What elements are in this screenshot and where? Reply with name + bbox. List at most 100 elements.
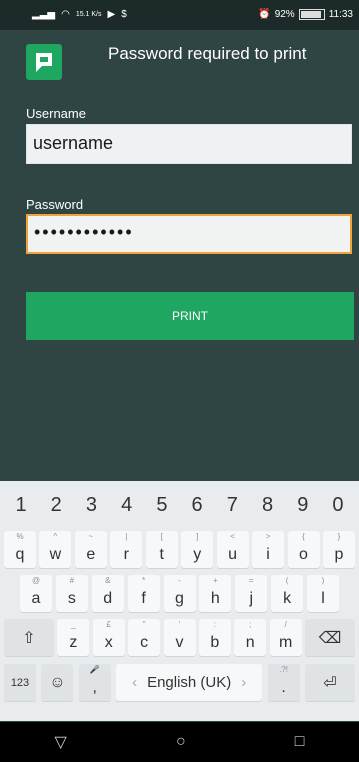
play-icon: ▶	[107, 9, 116, 20]
key[interactable]: " c	[128, 619, 161, 656]
comma-key[interactable]: 🎤 ,	[78, 664, 111, 701]
print-button[interactable]: PRINT	[26, 292, 354, 340]
key-hint: /	[284, 620, 287, 629]
emoji-icon: ☺	[49, 673, 66, 691]
key[interactable]: [t	[145, 531, 178, 568]
signal-icon: ▂▃▅	[32, 9, 56, 20]
key-hint: ~	[88, 532, 94, 541]
key[interactable]: < u	[216, 531, 249, 568]
key-hint: {	[302, 532, 305, 541]
key[interactable]: > i	[252, 531, 285, 568]
chevron-right-icon: ›	[241, 674, 247, 691]
key[interactable]: 8	[251, 487, 285, 524]
wifi-icon: ◠	[61, 9, 70, 20]
key[interactable]: :b	[198, 619, 231, 656]
key[interactable]: ; n	[234, 619, 267, 656]
key[interactable]: 5	[145, 487, 179, 524]
shift-key[interactable]: ⇧	[4, 619, 54, 656]
key-label: q	[15, 545, 25, 563]
key[interactable]: } p	[322, 531, 355, 568]
period-key[interactable]: .?! .	[267, 664, 300, 701]
battery-icon	[298, 9, 325, 20]
key[interactable]: (k	[271, 575, 304, 612]
key-hint: +	[213, 576, 218, 585]
key-label: g	[175, 589, 184, 607]
key-hint: _	[71, 620, 76, 629]
backspace-key[interactable]: ⌫	[305, 619, 355, 656]
home-icon[interactable]: ○	[176, 733, 186, 751]
key-hint: :	[213, 620, 216, 629]
password-field[interactable]: ••••••••••••	[26, 214, 352, 254]
key[interactable]: 4	[110, 487, 144, 524]
key[interactable]: ^ w	[39, 531, 72, 568]
notification-icon: $	[121, 9, 127, 20]
key[interactable]: 6	[180, 487, 214, 524]
network-speed: 15.1 K/s	[75, 11, 102, 18]
key-label: k	[283, 589, 292, 607]
key-label: w	[49, 545, 62, 563]
key-hint: #	[69, 576, 75, 585]
username-field[interactable]: username	[26, 124, 352, 164]
battery-percent: 92%	[274, 9, 295, 20]
key[interactable]: | r	[110, 531, 143, 568]
key-label: l	[321, 589, 325, 607]
key[interactable]: @ a	[20, 575, 52, 612]
key[interactable]: £ x	[92, 619, 125, 656]
key[interactable]: # s	[55, 575, 88, 612]
key[interactable]: ' v	[163, 619, 196, 656]
key-label: v	[175, 633, 184, 651]
key[interactable]: _ z	[57, 619, 90, 656]
key[interactable]: ) l	[307, 575, 339, 612]
keyboard: 1234567890 % q ^ w ~ e | r[t] y < u > i{o} p @ a # s & d * f…	[0, 481, 359, 721]
recents-icon[interactable]: □	[295, 733, 305, 751]
key-hint: >	[265, 532, 271, 541]
mode-123-key[interactable]: 123	[4, 664, 36, 701]
key-label: b	[210, 633, 220, 651]
key[interactable]: & d	[91, 575, 124, 612]
key-hint: }	[337, 532, 341, 541]
papercut-logo-icon	[36, 53, 52, 72]
key[interactable]: ] y	[181, 531, 214, 568]
back-icon[interactable]: ▽	[55, 732, 67, 752]
key-label: s	[67, 589, 76, 607]
print-auth-screen: Password required to print Username user…	[0, 30, 359, 480]
key-hint: <	[230, 532, 235, 541]
space-key[interactable]: ‹ English (UK) ›	[116, 664, 263, 701]
backspace-icon: ⌫	[318, 629, 342, 647]
key[interactable]: {o	[287, 531, 320, 568]
key[interactable]: / m	[269, 619, 302, 656]
key-label: n	[245, 633, 255, 651]
key[interactable]: 1	[4, 487, 38, 524]
key[interactable]: + h	[199, 575, 232, 612]
key-hint: ^	[53, 532, 58, 541]
key-label: i	[266, 545, 270, 563]
mic-icon: 🎤	[89, 665, 100, 674]
key[interactable]: % q	[4, 531, 36, 568]
key[interactable]: = j	[235, 575, 268, 612]
navigation-bar: ▽ ○ □	[0, 722, 359, 762]
key-label: a	[31, 589, 41, 607]
key-hint: "	[142, 620, 146, 629]
key[interactable]: * f	[127, 575, 160, 612]
key-hint: '	[178, 620, 181, 629]
emoji-key[interactable]: ☺	[41, 664, 74, 701]
key[interactable]: 9	[286, 487, 320, 524]
key[interactable]: 3	[74, 487, 108, 524]
key-hint: %	[16, 532, 24, 541]
enter-key[interactable]: ⏎	[304, 664, 355, 701]
key[interactable]: 2	[39, 487, 73, 524]
key[interactable]: ~ e	[74, 531, 107, 568]
key-hint: |	[125, 532, 128, 541]
key-hint: ]	[196, 532, 199, 541]
key-hint: ;	[249, 620, 252, 629]
key-hint: @	[31, 576, 41, 585]
username-label: Username	[26, 106, 86, 121]
enter-icon: ⏎	[323, 674, 337, 692]
key-label: d	[103, 589, 113, 607]
key-label: h	[210, 589, 220, 607]
chevron-left-icon: ‹	[132, 674, 138, 691]
key[interactable]: 7	[215, 487, 249, 524]
key[interactable]: 0	[321, 487, 355, 524]
page-title: Password required to print	[108, 44, 307, 63]
key[interactable]: -g	[163, 575, 196, 612]
